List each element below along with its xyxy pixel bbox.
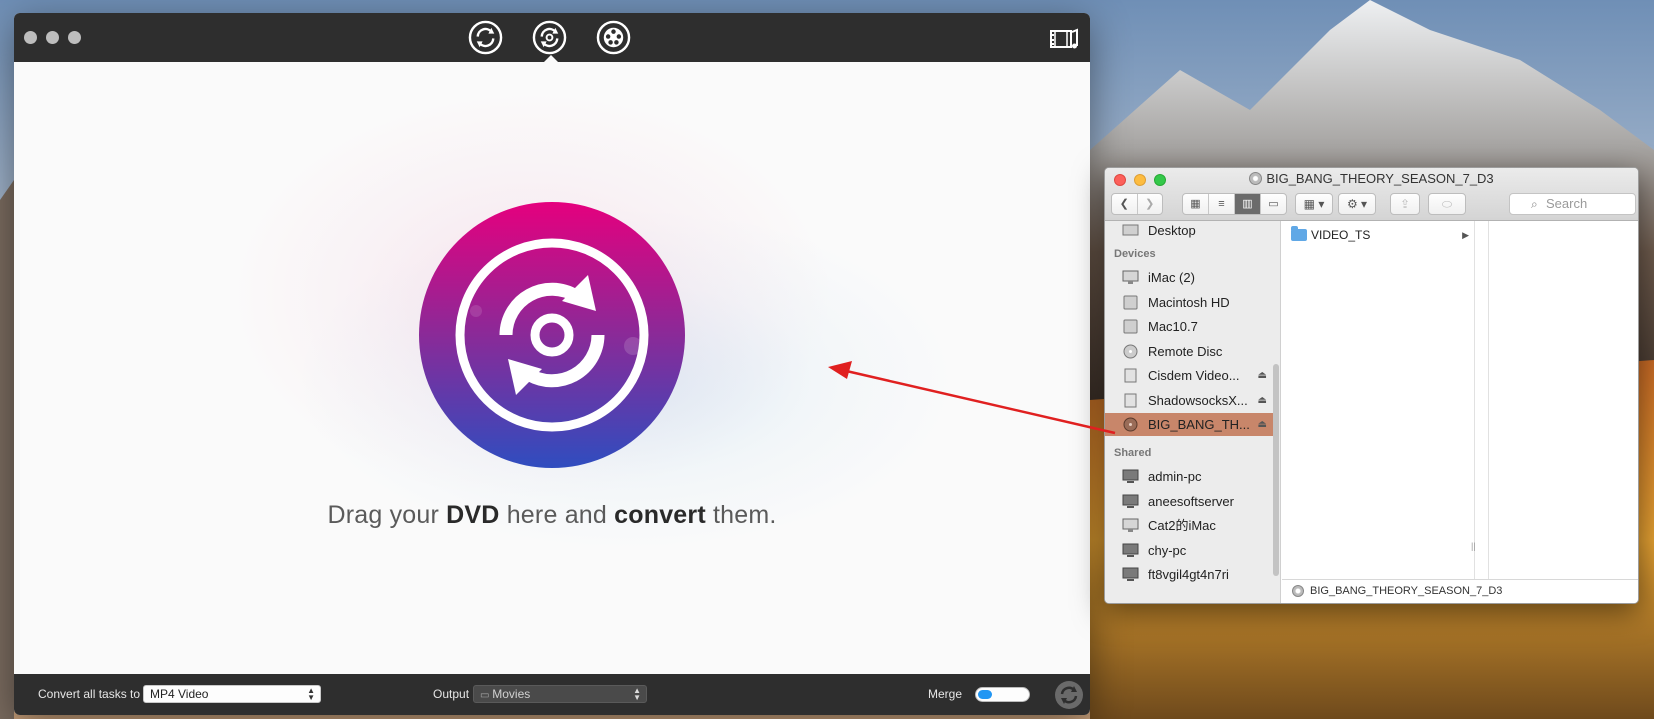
share-button[interactable]: ⇪	[1390, 193, 1420, 215]
convert-all-label: Convert all tasks to	[38, 687, 141, 701]
dvd-convert-logo-icon	[419, 202, 685, 468]
dvd-converter-window: Drag your DVD here and convert them. Con…	[14, 13, 1090, 715]
list-item-video-ts[interactable]: VIDEO_TS ▶	[1282, 224, 1474, 246]
output-label: Output	[433, 687, 470, 701]
list-view-icon[interactable]: ≡	[1209, 194, 1235, 214]
output-folder-select[interactable]: ▭ Movies ▲ ▼	[473, 685, 647, 703]
sidebar-item-shared[interactable]: aneesoftserver	[1105, 490, 1273, 513]
minimize-button[interactable]	[46, 31, 59, 44]
share-icon: ⇪	[1399, 197, 1411, 211]
eject-icon[interactable]: ⏏	[1258, 364, 1267, 387]
path-bar: BIG_BANG_THEORY_SEASON_7_D3	[1282, 579, 1638, 603]
finder-sidebar: Desktop Devices iMac (2) Macintosh HD Ma…	[1105, 221, 1281, 603]
sidebar-item-device[interactable]: Cisdem Video... ⏏	[1105, 364, 1273, 387]
toggle-knob	[978, 690, 992, 699]
close-button[interactable]	[24, 31, 37, 44]
merge-label: Merge	[928, 687, 963, 701]
select-arrows-icon: ▲ ▼	[307, 686, 315, 702]
network-pc-icon	[1122, 494, 1139, 508]
converter-bottom-bar: Convert all tasks to MP4 Video ▲ ▼ Output…	[14, 674, 1090, 715]
finder-titlebar: BIG_BANG_THEORY_SEASON_7_D3 ❮ ❯ ▦ ≡ ▥ ▭ …	[1105, 168, 1638, 221]
mode-switcher	[468, 20, 631, 55]
eject-icon[interactable]: ⏏	[1258, 413, 1267, 436]
select-arrows-icon: ▲ ▼	[633, 686, 641, 702]
icon-view-icon[interactable]: ▦	[1183, 194, 1209, 214]
volume-icon	[1124, 368, 1137, 383]
hard-drive-icon	[1123, 319, 1138, 334]
folder-icon	[1291, 226, 1307, 241]
network-pc-icon	[1122, 469, 1139, 483]
cover-flow-icon[interactable]: ▭	[1261, 194, 1286, 214]
sidebar-item-shared[interactable]: Cat2的iMac	[1105, 514, 1273, 537]
convert-video-icon[interactable]	[468, 20, 503, 55]
dvd-rip-icon[interactable]	[532, 20, 567, 55]
disc-icon	[1249, 172, 1263, 185]
search-icon: ⌕	[1531, 197, 1538, 211]
start-convert-button[interactable]	[1054, 680, 1084, 710]
sidebar-item-dvd-selected[interactable]: BIG_BANG_TH... ⏏	[1105, 413, 1273, 436]
window-title: BIG_BANG_THEORY_SEASON_7_D3	[1105, 171, 1638, 186]
dvd-disc-icon	[1123, 417, 1138, 432]
disclosure-arrow-icon: ▶	[1462, 230, 1469, 240]
sidebar-item-device[interactable]: ShadowsocksX... ⏏	[1105, 389, 1273, 412]
column-view-icon[interactable]: ▥	[1235, 194, 1261, 214]
merge-toggle[interactable]	[975, 687, 1030, 702]
gear-icon: ⚙ ▾	[1346, 197, 1368, 211]
forward-button[interactable]: ❯	[1138, 194, 1163, 214]
back-forward-buttons: ❮ ❯	[1111, 193, 1163, 215]
finder-window: BIG_BANG_THEORY_SEASON_7_D3 ❮ ❯ ▦ ≡ ▥ ▭ …	[1104, 167, 1639, 604]
disc-icon	[1123, 344, 1138, 359]
volume-icon	[1124, 393, 1137, 408]
film-list-icon[interactable]	[1050, 27, 1078, 51]
converter-titlebar	[14, 13, 1090, 63]
sidebar-item-shared[interactable]: ft8vgil4gt4n7ri	[1105, 563, 1273, 586]
format-select[interactable]: MP4 Video ▲ ▼	[143, 685, 321, 703]
action-button[interactable]: ⚙ ▾	[1338, 193, 1376, 215]
finder-column-1: VIDEO_TS ▶ ||	[1282, 221, 1476, 579]
disc-icon	[1292, 585, 1304, 597]
tag-icon: ⬭	[1441, 197, 1453, 211]
network-pc-icon	[1122, 543, 1139, 557]
devices-heading: Devices	[1114, 248, 1156, 260]
sidebar-item-desktop[interactable]: Desktop	[1105, 221, 1273, 242]
sidebar-item-shared[interactable]: admin-pc	[1105, 465, 1273, 488]
view-mode-switcher: ▦ ≡ ▥ ▭	[1182, 193, 1287, 215]
back-button[interactable]: ❮	[1112, 194, 1138, 214]
hard-drive-icon	[1123, 295, 1138, 310]
zoom-button[interactable]	[68, 31, 81, 44]
tag-button[interactable]: ⬭	[1428, 193, 1466, 215]
eject-icon[interactable]: ⏏	[1258, 389, 1267, 412]
sidebar-item-device[interactable]: Macintosh HD	[1105, 291, 1273, 314]
drop-zone[interactable]: Drag your DVD here and convert them.	[14, 62, 1090, 674]
network-pc-icon	[1122, 567, 1139, 581]
desktop-icon	[1122, 224, 1139, 236]
sidebar-item-shared[interactable]: chy-pc	[1105, 539, 1273, 562]
sidebar-item-device[interactable]: Remote Disc	[1105, 340, 1273, 363]
sidebar-item-device[interactable]: Mac10.7	[1105, 315, 1273, 338]
imac-icon	[1122, 518, 1139, 532]
window-controls	[24, 31, 81, 44]
folder-icon: ▭	[480, 690, 493, 701]
grid-icon: ▦ ▾	[1303, 197, 1325, 211]
search-field[interactable]: ⌕ Search	[1509, 193, 1636, 215]
drop-instructions: Drag your DVD here and convert them.	[327, 501, 777, 529]
arrange-button[interactable]: ▦ ▾	[1295, 193, 1333, 215]
finder-column-2	[1476, 221, 1489, 579]
column-resize-handle[interactable]: ||	[1471, 541, 1476, 551]
burn-film-icon[interactable]	[596, 20, 631, 55]
imac-icon	[1122, 270, 1139, 284]
sidebar-scrollbar[interactable]	[1273, 364, 1279, 576]
sidebar-item-device[interactable]: iMac (2)	[1105, 266, 1273, 289]
shared-heading: Shared	[1114, 447, 1152, 459]
